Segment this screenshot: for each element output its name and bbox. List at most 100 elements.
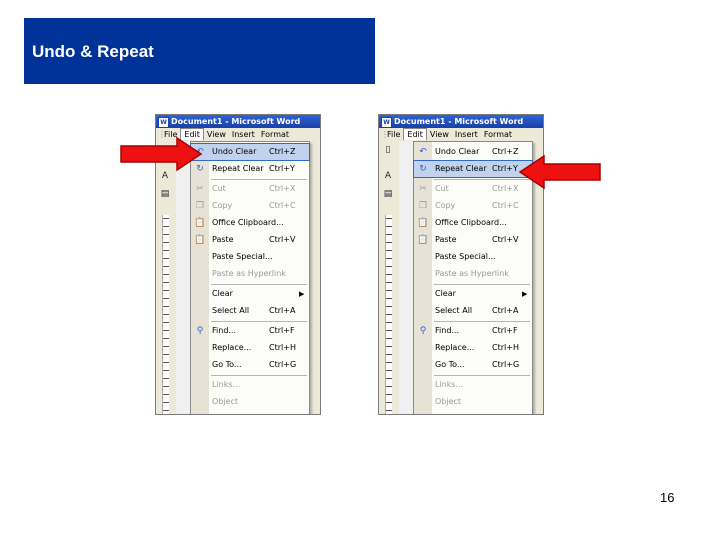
menu-item-shortcut: Ctrl+F bbox=[492, 326, 518, 335]
menu-separator bbox=[211, 321, 307, 322]
menu-item-clear[interactable]: Clear ▶ bbox=[414, 286, 532, 302]
menu-item-select-all[interactable]: Select All Ctrl+A bbox=[414, 303, 532, 319]
menu-item-shortcut: Ctrl+V bbox=[269, 235, 296, 244]
scissors-icon: ✂ bbox=[419, 184, 427, 194]
menu-item-label: Repeat Clear bbox=[435, 164, 487, 173]
red-arrow-right-icon bbox=[120, 136, 203, 172]
menu-item-shortcut: Ctrl+X bbox=[269, 184, 296, 193]
menu-item-label: Go To... bbox=[212, 360, 242, 369]
menu-item-paste-special[interactable]: Paste Special... bbox=[191, 249, 309, 265]
menu-separator bbox=[434, 375, 530, 376]
menu-edit[interactable]: Edit bbox=[403, 128, 427, 140]
menu-file[interactable]: File bbox=[384, 128, 403, 141]
menu-item-find[interactable]: ⚲ Find... Ctrl+F bbox=[191, 323, 309, 339]
menu-item-links[interactable]: Links... bbox=[414, 377, 532, 393]
menu-separator bbox=[211, 284, 307, 285]
menu-item-copy[interactable]: ❐ Copy Ctrl+C bbox=[414, 198, 532, 214]
menu-item-label: Paste Special... bbox=[435, 252, 496, 261]
menu-item-label: Office Clipboard... bbox=[212, 218, 284, 227]
menu-format[interactable]: Format bbox=[481, 128, 515, 141]
menu-item-shortcut: Ctrl+Z bbox=[269, 147, 296, 156]
menu-item-object[interactable]: Object bbox=[414, 394, 532, 410]
menu-item-goto[interactable]: Go To... Ctrl+G bbox=[414, 357, 532, 373]
submenu-arrow-icon: ▶ bbox=[299, 290, 305, 298]
menu-format[interactable]: Format bbox=[258, 128, 292, 141]
window-title-bar: W Document1 - Microsoft Word bbox=[156, 115, 320, 128]
menu-item-label: Clear bbox=[435, 289, 456, 298]
menu-item-paste[interactable]: 📋 Paste Ctrl+V bbox=[191, 232, 309, 248]
menu-item-label: Paste bbox=[435, 235, 457, 244]
page-number: 16 bbox=[660, 490, 675, 505]
menu-item-label: Find... bbox=[212, 326, 237, 335]
menu-item-label: Links... bbox=[212, 380, 241, 389]
menu-item-shortcut: Ctrl+G bbox=[492, 360, 520, 369]
menu-item-label: Cut bbox=[435, 184, 449, 193]
menu-item-repeat[interactable]: ↻ Repeat Clear Ctrl+Y bbox=[413, 160, 533, 178]
menu-item-cut[interactable]: ✂ Cut Ctrl+X bbox=[414, 181, 532, 197]
menubar: ⋮File Edit View Insert Format bbox=[379, 128, 543, 141]
clipboard-icon: 📋 bbox=[417, 218, 429, 228]
menu-item-office-clipboard[interactable]: 📋 Office Clipboard... bbox=[414, 215, 532, 231]
clipboard-icon: 📋 bbox=[194, 218, 206, 228]
menu-item-repeat[interactable]: ↻ Repeat Clear Ctrl+Y bbox=[191, 161, 309, 177]
menu-item-label: Undo Clear bbox=[435, 147, 480, 156]
scissors-icon: ✂ bbox=[196, 184, 204, 194]
menu-insert[interactable]: Insert bbox=[452, 128, 481, 141]
menu-separator bbox=[211, 179, 307, 180]
menu-item-paste[interactable]: 📋 Paste Ctrl+V bbox=[414, 232, 532, 248]
menu-item-shortcut: Ctrl+C bbox=[269, 201, 296, 210]
vertical-ruler bbox=[162, 215, 169, 414]
menu-item-label: Paste bbox=[212, 235, 234, 244]
menu-item-undo[interactable]: ↶ Undo Clear Ctrl+Z bbox=[414, 144, 532, 160]
menu-item-label: Select All bbox=[212, 306, 250, 315]
toolbar-grip-icon: ▤ bbox=[160, 189, 170, 199]
menu-item-label: Select All bbox=[435, 306, 473, 315]
menu-item-office-clipboard[interactable]: 📋 Office Clipboard... bbox=[191, 215, 309, 231]
menu-item-label: Copy bbox=[212, 201, 233, 210]
menu-item-paste-hyperlink[interactable]: Paste as Hyperlink bbox=[191, 266, 309, 282]
menu-item-shortcut: Ctrl+F bbox=[269, 326, 295, 335]
menu-item-select-all[interactable]: Select All Ctrl+A bbox=[191, 303, 309, 319]
menu-separator bbox=[434, 179, 530, 180]
menu-item-paste-special[interactable]: Paste Special... bbox=[414, 249, 532, 265]
menu-separator bbox=[434, 321, 530, 322]
menu-item-label: Find... bbox=[435, 326, 460, 335]
menu-item-replace[interactable]: Replace... Ctrl+H bbox=[191, 340, 309, 356]
menu-item-links[interactable]: Links... bbox=[191, 377, 309, 393]
menu-item-shortcut: Ctrl+Y bbox=[492, 164, 518, 173]
menu-item-shortcut: Ctrl+X bbox=[492, 184, 519, 193]
vertical-ruler bbox=[385, 215, 392, 414]
menu-item-clear[interactable]: Clear ▶ bbox=[191, 286, 309, 302]
menu-item-paste-hyperlink[interactable]: Paste as Hyperlink bbox=[414, 266, 532, 282]
menu-view[interactable]: View bbox=[204, 128, 229, 141]
window-title-bar: W Document1 - Microsoft Word bbox=[379, 115, 543, 128]
menu-item-shortcut: Ctrl+A bbox=[269, 306, 296, 315]
menu-item-replace[interactable]: Replace... Ctrl+H bbox=[414, 340, 532, 356]
toolbar-strip: A ▤ bbox=[156, 141, 176, 414]
submenu-arrow-icon: ▶ bbox=[522, 290, 528, 298]
menu-item-copy[interactable]: ❐ Copy Ctrl+C bbox=[191, 198, 309, 214]
menu-item-label: Replace... bbox=[212, 343, 252, 352]
menu-item-label: Undo Clear bbox=[212, 147, 257, 156]
menu-item-find[interactable]: ⚲ Find... Ctrl+F bbox=[414, 323, 532, 339]
menu-item-cut[interactable]: ✂ Cut Ctrl+X bbox=[191, 181, 309, 197]
menu-item-label: Paste Special... bbox=[212, 252, 273, 261]
menu-item-object[interactable]: Object bbox=[191, 394, 309, 410]
menu-item-shortcut: Ctrl+V bbox=[492, 235, 519, 244]
menu-item-shortcut: Ctrl+H bbox=[269, 343, 296, 352]
repeat-icon: ↻ bbox=[419, 164, 427, 174]
copy-icon: ❐ bbox=[195, 201, 205, 211]
menu-item-undo[interactable]: ↶ Undo Clear Ctrl+Z bbox=[190, 143, 310, 161]
new-document-icon[interactable]: ▯ bbox=[382, 145, 394, 156]
styles-icon[interactable]: A bbox=[159, 171, 171, 182]
menu-insert[interactable]: Insert bbox=[229, 128, 258, 141]
window-title: Document1 - Microsoft Word bbox=[394, 117, 524, 126]
menu-item-shortcut: Ctrl+Y bbox=[269, 164, 295, 173]
menu-view[interactable]: View bbox=[427, 128, 452, 141]
toolbar-strip: ▯ A ▤ bbox=[379, 141, 399, 414]
menu-item-goto[interactable]: Go To... Ctrl+G bbox=[191, 357, 309, 373]
styles-icon[interactable]: A bbox=[382, 171, 394, 182]
copy-icon: ❐ bbox=[418, 201, 428, 211]
menu-item-label: Paste as Hyperlink bbox=[212, 269, 286, 278]
paste-icon: 📋 bbox=[194, 235, 206, 245]
